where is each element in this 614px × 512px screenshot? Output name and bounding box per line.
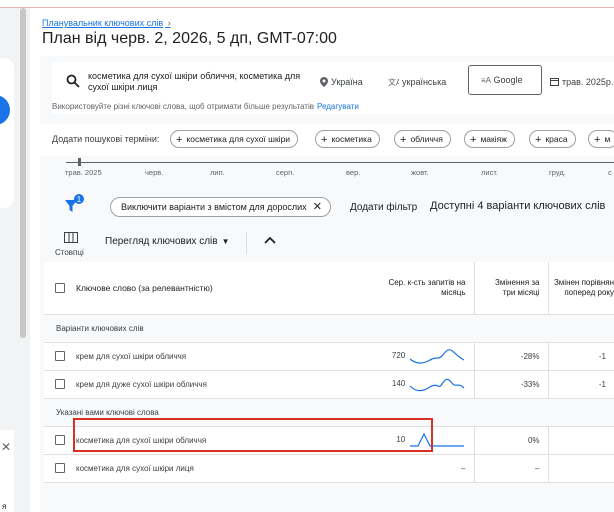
add-term-chip[interactable]: + краса (529, 130, 576, 148)
trend-sparkline (409, 378, 464, 392)
row-checkbox[interactable] (55, 379, 65, 389)
breadcrumb[interactable]: Планувальник ключових слів › (42, 18, 171, 28)
plus-icon: + (594, 134, 601, 146)
timeline-label: лист. (481, 168, 499, 177)
add-filter-button[interactable]: Додати фільтр (350, 202, 417, 213)
location-selector[interactable]: Україна (320, 77, 363, 87)
table-row[interactable]: косметика для сухої шкіри обличчя 10 0% (44, 426, 614, 455)
network-icon: ≡A (481, 76, 492, 85)
keyword-cell: крем для сухої шкіри обличчя (76, 342, 376, 371)
table-header-row: Ключове слово (за релевантністю) Сер. к-… (44, 262, 614, 315)
network-selector[interactable]: ≡A Google (468, 65, 542, 95)
timeline-label: с (608, 168, 612, 177)
avg-searches-cell: – (376, 454, 474, 483)
filter-badge: 1 (77, 195, 82, 204)
columns-icon[interactable] (64, 232, 78, 243)
caret-down-icon: ▼ (221, 237, 230, 246)
yoy-change-cell: -1 (547, 342, 614, 371)
add-term-chip[interactable]: + косметика (315, 130, 380, 148)
close-icon[interactable]: ✕ (313, 201, 322, 213)
date-range-selector[interactable]: трав. 2025р. (550, 77, 613, 87)
three-month-change-cell: 0% (473, 426, 548, 455)
toolbar-divider (246, 232, 247, 254)
timeline-label: вер. (346, 168, 361, 177)
yoy-change-cell (547, 426, 614, 455)
three-month-change-column-header[interactable]: Змінення за три місяці (473, 262, 548, 315)
close-icon[interactable]: ✕ (1, 440, 11, 454)
timeline-label: трав. 2025 (65, 168, 102, 177)
table-row[interactable]: крем для сухої шкіри обличчя 720 -28% -1 (44, 342, 614, 371)
timeline-label: груд. (549, 168, 566, 177)
three-month-change-cell: – (473, 454, 548, 483)
three-month-change-cell: -33% (473, 370, 548, 399)
table-row[interactable]: косметика для сухої шкіри лиця – – (44, 454, 614, 483)
table-row[interactable]: крем для дуже сухої шкіри обличчя 140 -3… (44, 370, 614, 399)
timeline-label: серп. (276, 168, 295, 177)
keyword-cell: крем для дуже сухої шкіри обличчя (76, 370, 376, 399)
plus-icon: + (400, 134, 407, 146)
avg-searches-column-header[interactable]: Сер. к-сть запитів на місяць (376, 262, 474, 315)
filter-icon[interactable]: 1 (64, 194, 86, 214)
language-selector[interactable]: 文A українська (388, 77, 446, 87)
yoy-change-cell: -1 (547, 370, 614, 399)
columns-button[interactable]: Стовпці (55, 248, 84, 257)
add-term-chip[interactable]: + макіяж (464, 130, 515, 148)
plus-icon: + (176, 134, 183, 146)
yoy-change-column-header[interactable]: Змінен порівнян поперед року (547, 262, 614, 315)
timeline-label: черв. (145, 168, 164, 177)
row-checkbox[interactable] (55, 351, 65, 361)
timeline-label: жовт. (411, 168, 429, 177)
add-term-chip[interactable]: + м (588, 130, 614, 148)
select-all-checkbox[interactable] (55, 282, 65, 293)
chevron-right-icon: › (165, 18, 171, 28)
timeline-label: лип. (210, 168, 225, 177)
top-strip (0, 0, 614, 8)
avg-searches-cell: 10 (376, 426, 474, 455)
three-month-change-cell: -28% (473, 342, 548, 371)
svg-text:文A: 文A (388, 77, 399, 87)
avg-searches-cell: 720 (376, 342, 474, 371)
search-keywords[interactable]: косметика для сухої шкіри обличчя, косме… (88, 71, 318, 93)
plus-icon: + (535, 134, 542, 146)
page-title: План від черв. 2, 2026, 5 дп, GMT-07:00 (42, 30, 337, 47)
view-selector[interactable]: Перегляд ключових слів ▼ (105, 236, 230, 247)
timeline-handle[interactable] (78, 158, 81, 166)
translate-icon: 文A (388, 77, 402, 87)
section-row: Варіанти ключових слів (44, 314, 614, 343)
adult-content-filter-chip[interactable]: Виключити варіанти з вмістом для доросли… (110, 197, 331, 217)
section-row: Указані вами ключові слова (44, 398, 614, 427)
edit-link[interactable]: Редагувати (317, 102, 359, 111)
search-hint: Використовуйте різні ключові слова, щоб … (52, 102, 359, 111)
keyword-cell: косметика для сухої шкіри лиця (76, 454, 376, 483)
chevron-up-icon[interactable] (264, 236, 276, 244)
keyword-cell: косметика для сухої шкіри обличчя (76, 426, 376, 455)
add-terms-label: Додати пошукові терміни: (52, 134, 160, 144)
timeline-axis[interactable] (66, 162, 614, 163)
keyword-table: Ключове слово (за релевантністю) Сер. к-… (44, 262, 614, 483)
calendar-icon (550, 78, 559, 86)
left-bottom-text: я (2, 502, 7, 511)
plus-icon: + (470, 134, 477, 146)
plus-icon: + (321, 134, 328, 146)
row-checkbox[interactable] (55, 435, 65, 445)
avg-searches-cell: 140 (376, 370, 474, 399)
add-term-chip[interactable]: + обличчя (394, 130, 451, 148)
trend-sparkline (409, 349, 464, 364)
available-variants-count: Доступні 4 варіанти ключових слів (430, 200, 606, 212)
location-pin-icon (320, 77, 328, 87)
yoy-change-cell (547, 454, 614, 483)
left-scrollbar[interactable] (20, 8, 26, 338)
left-nav-card (0, 58, 14, 208)
add-term-chip[interactable]: + косметика для сухої шкіри (170, 130, 299, 148)
keyword-column-header[interactable]: Ключове слово (за релевантністю) (76, 262, 376, 315)
row-checkbox[interactable] (55, 463, 65, 473)
trend-sparkline (409, 432, 464, 447)
search-icon[interactable] (66, 74, 80, 88)
